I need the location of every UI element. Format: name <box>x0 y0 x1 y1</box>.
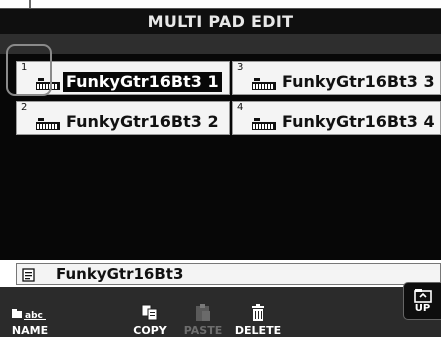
folder-up-icon <box>414 289 432 303</box>
up-button[interactable]: UP <box>403 282 441 320</box>
up-button-label: UP <box>414 303 431 314</box>
pad-name: FunkyGtr16Bt3 3 <box>282 72 435 91</box>
keyboard-pad-icon <box>36 118 60 130</box>
keyboard-pad-icon <box>252 78 276 90</box>
name-button-label: NAME <box>11 324 49 337</box>
pad-number: 4 <box>237 102 244 113</box>
delete-button-label: DELETE <box>234 324 282 337</box>
pad-4[interactable]: 4 FunkyGtr16Bt3 4 <box>232 101 441 135</box>
pad-name: FunkyGtr16Bt3 2 <box>66 112 219 131</box>
pad-2[interactable]: 2 FunkyGtr16Bt3 2 <box>16 101 230 135</box>
file-name: FunkyGtr16Bt3 <box>56 265 184 283</box>
pad-3[interactable]: 3 FunkyGtr16Bt3 3 <box>232 61 441 95</box>
pad-name: FunkyGtr16Bt3 1 <box>63 72 222 92</box>
trash-icon <box>252 304 264 321</box>
keyboard-pad-icon <box>252 118 276 130</box>
copy-button[interactable]: COPY <box>128 303 172 337</box>
multi-pad-edit-screen: MULTI PAD EDIT 1 FunkyGtr16Bt3 1 3 Funky… <box>0 0 441 337</box>
copy-button-label: COPY <box>133 324 167 337</box>
window-title: MULTI PAD EDIT <box>147 12 294 31</box>
sub-bar <box>0 34 441 54</box>
file-name-bar: FunkyGtr16Bt3 <box>16 263 441 285</box>
paste-button-label: PASTE <box>183 324 223 337</box>
pad-name: FunkyGtr16Bt3 4 <box>282 112 435 131</box>
delete-button[interactable]: DELETE <box>234 303 282 337</box>
file-document-icon <box>22 268 35 282</box>
paste-button[interactable]: PASTE <box>180 303 226 337</box>
selection-callout-ring <box>6 44 52 96</box>
pad-number: 3 <box>237 62 244 73</box>
pad-number: 2 <box>21 102 28 113</box>
paste-icon <box>196 304 210 321</box>
folder-abc-icon: abc <box>12 309 46 320</box>
copy-icon <box>141 304 158 321</box>
name-button[interactable]: abc NAME <box>10 303 50 337</box>
title-bar: MULTI PAD EDIT <box>0 8 441 35</box>
svg-text:abc: abc <box>25 311 43 320</box>
